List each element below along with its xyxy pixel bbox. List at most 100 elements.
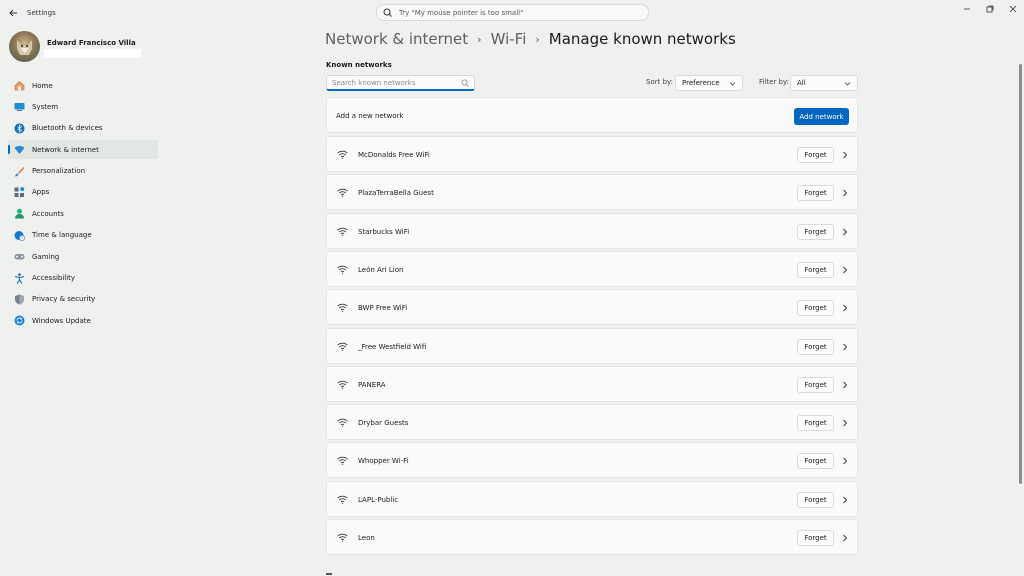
forget-button[interactable]: Forget [797,338,834,355]
sidebar-item-network[interactable]: Network & internet [8,140,158,160]
add-network-label: Add a new network [336,112,404,120]
sidebar-item-label: Home [32,81,53,90]
home-icon [14,80,25,91]
add-network-card: Add a new network Add network [326,97,858,133]
sidebar-item-gaming[interactable]: Gaming [8,247,158,266]
chevron-down-icon [729,82,736,86]
sidebar-item-windows-update[interactable]: Windows Update [8,311,158,330]
user-name: Edward Francisco Villa [47,39,136,47]
forget-button[interactable]: Forget [797,491,834,508]
add-network-button[interactable]: Add network [794,108,849,125]
network-name: McDonalds Free WiFi [358,151,430,159]
network-name: PANERA [358,380,386,389]
network-name: PlazaTerraBella Guest [358,189,434,198]
page-title: Manage known networks [548,30,736,48]
sidebar-item-label: Bluetooth & devices [32,124,103,133]
sidebar-item-label: Time & language [32,231,92,240]
network-row[interactable]: León Ari Lion Forget [326,250,858,287]
chevron-right-icon[interactable] [841,189,848,197]
breadcrumb-wifi[interactable]: Wi-Fi [491,30,527,48]
chevron-down-icon [844,82,851,86]
fox-avatar-icon [17,40,32,55]
scrollbar[interactable] [1019,64,1022,484]
sidebar-item-time-language[interactable]: Time & language [8,226,158,245]
wifi-signal-icon [337,418,348,427]
chevron-right-icon[interactable] [841,381,848,389]
chevron-right-icon[interactable] [841,228,848,236]
sidebar-item-system[interactable]: System [8,97,158,116]
bluetooth-icon [14,123,25,134]
avatar[interactable] [9,31,40,62]
forget-button[interactable]: Forget [797,415,834,432]
known-networks-search-input[interactable] [332,78,460,87]
forget-button[interactable]: Forget [797,147,834,163]
filter-dropdown[interactable]: All [790,75,858,91]
chevron-right-icon[interactable] [841,266,848,274]
chevron-right-icon[interactable] [841,457,848,465]
settings-search[interactable] [376,4,649,21]
sidebar-item-home[interactable]: Home [8,76,158,95]
chevron-right-icon[interactable] [841,151,848,159]
chevron-right-icon[interactable] [841,419,848,427]
forget-button[interactable]: Forget [797,185,834,202]
partial-element [326,573,332,575]
network-name: León Ari Lion [358,265,404,274]
restore-button[interactable] [978,0,1001,18]
breadcrumb-network-internet[interactable]: Network & internet [325,30,468,48]
sidebar-item-label: Accounts [32,209,64,218]
person-icon [14,208,25,219]
network-name: Starbucks WiFi [358,227,410,236]
network-row[interactable]: Drybar Guests Forget [326,404,858,441]
filter-label: Filter by: [759,78,789,86]
globe-clock-icon [14,230,25,241]
sidebar-item-accessibility[interactable]: Accessibility [8,269,158,288]
sidebar-item-privacy[interactable]: Privacy & security [8,290,158,309]
wifi-signal-icon [337,380,348,389]
network-row[interactable]: _Free Westfield Wifi Forget [326,327,858,364]
chevron-right-icon[interactable] [841,343,848,351]
known-networks-search[interactable] [326,75,475,91]
forget-button[interactable]: Forget [797,530,834,546]
sidebar-item-personalization[interactable]: Personalization [8,162,158,181]
title-bar: Settings [0,0,1024,26]
sidebar-item-label: Personalization [32,167,86,176]
forget-button[interactable]: Forget [797,453,834,470]
chevron-right-icon[interactable] [841,534,848,542]
window-controls [955,0,1024,18]
chevron-right-icon[interactable] [841,304,848,312]
forget-button[interactable]: Forget [797,261,834,278]
forget-button[interactable]: Forget [797,300,834,317]
search-icon [461,79,469,87]
minimize-button[interactable] [955,0,978,18]
network-row[interactable]: Leon Forget [326,519,858,555]
section-label-known-networks: Known networks [326,61,392,69]
system-icon [14,101,25,112]
network-row[interactable]: BWP Free WiFi Forget [326,289,858,326]
sidebar-item-bluetooth[interactable]: Bluetooth & devices [8,119,158,138]
wifi-signal-icon [337,227,348,236]
wifi-signal-icon [337,342,348,351]
sidebar-item-apps[interactable]: Apps [8,183,158,202]
forget-button[interactable]: Forget [797,376,834,393]
network-row[interactable]: LAPL-Public Forget [326,480,858,517]
wifi-signal-icon [337,304,348,312]
forget-button[interactable]: Forget [797,223,834,240]
chevron-right-icon[interactable] [841,496,848,504]
network-row[interactable]: PlazaTerraBella Guest Forget [326,174,858,211]
wifi-signal-icon [337,457,348,466]
wifi-icon [14,144,25,155]
network-name: Leon [358,534,375,542]
sort-dropdown[interactable]: Preference [675,75,743,91]
network-row[interactable]: Whopper Wi-Fi Forget [326,442,858,479]
gamepad-icon [14,251,25,262]
network-row[interactable]: PANERA Forget [326,365,858,402]
settings-search-input[interactable] [399,8,639,17]
network-row[interactable]: McDonalds Free WiFi Forget [326,136,858,172]
back-button[interactable] [6,7,20,19]
network-row[interactable]: Starbucks WiFi Forget [326,212,858,249]
wifi-signal-icon [337,533,348,542]
breadcrumb: Network & internet › Wi-Fi › Manage know… [325,30,736,48]
close-button[interactable] [1001,0,1024,18]
close-icon [1009,5,1016,13]
sidebar-item-accounts[interactable]: Accounts [8,204,158,223]
